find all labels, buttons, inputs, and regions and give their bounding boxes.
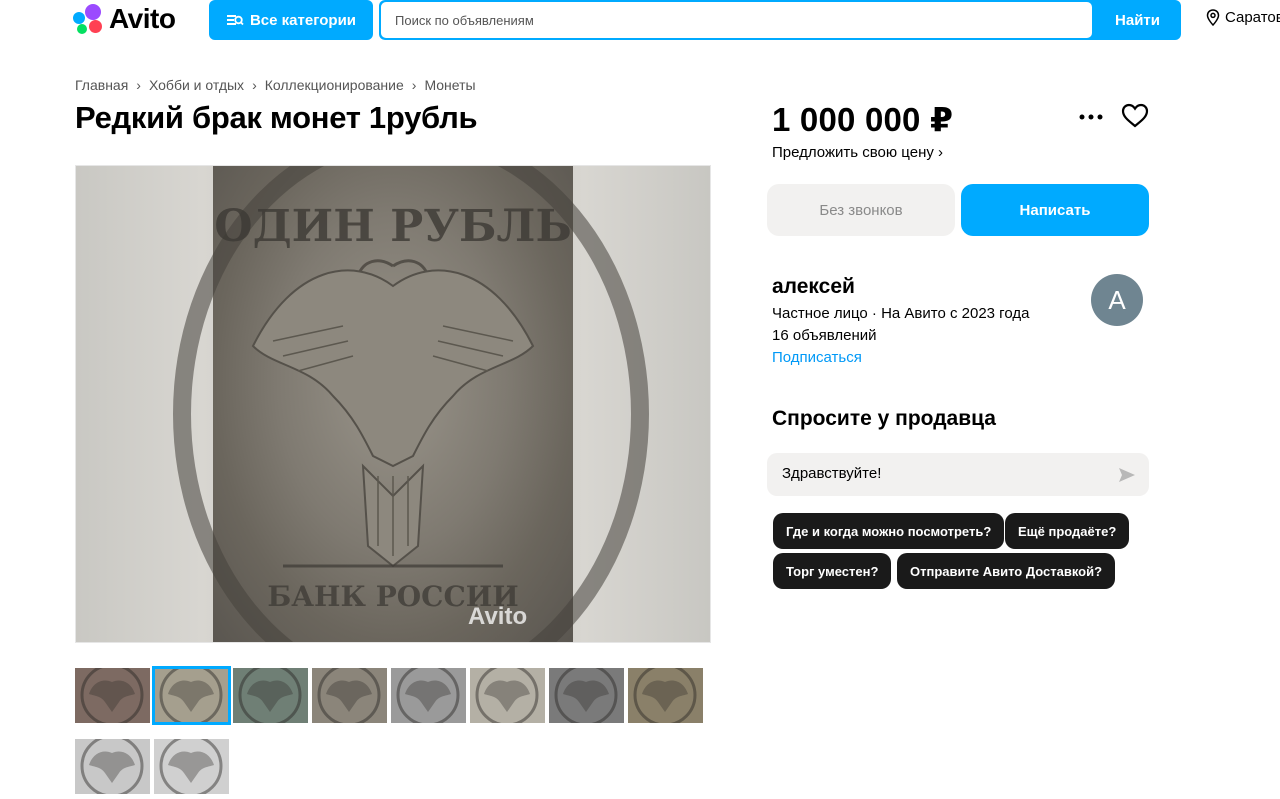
location-selector[interactable]: Саратов [1206, 9, 1280, 26]
subscribe-link[interactable]: Подписаться [772, 349, 862, 366]
breadcrumb-item-home[interactable]: Главная [75, 77, 128, 93]
coin-thumbnail-image [154, 668, 229, 723]
location-pin-icon [1206, 9, 1220, 26]
chevron-right-icon: › [411, 77, 417, 93]
price: 1 000 000 ₽ [772, 101, 954, 138]
thumbnail[interactable] [470, 668, 545, 723]
logo-text: Avito [109, 3, 176, 34]
svg-text:ОДИН РУБЛЬ: ОДИН РУБЛЬ [214, 201, 572, 252]
coin-thumbnail-image [154, 739, 229, 794]
offer-price-link[interactable]: Предложить свою цену › [772, 144, 943, 161]
coin-thumbnail-image [549, 668, 624, 723]
breadcrumb-item-coins[interactable]: Монеты [424, 77, 475, 93]
coin-thumbnail-image [75, 668, 150, 723]
seller-meta: Частное лицо · На Авито с 2023 года [772, 305, 1030, 322]
quick-question-chip[interactable]: Где и когда можно посмотреть? [773, 513, 1005, 549]
categories-icon [226, 15, 244, 26]
thumbnail[interactable] [75, 739, 150, 794]
search-button[interactable]: Найти [1094, 0, 1181, 40]
thumbnail[interactable] [154, 739, 229, 794]
ask-seller-title: Спросите у продавца [772, 407, 996, 430]
search-bar: Найти [379, 0, 1181, 40]
quick-question-chip[interactable]: Торг уместен? [773, 553, 892, 589]
thumbnail[interactable] [391, 668, 466, 723]
write-message-button[interactable]: Написать [961, 184, 1149, 236]
seller-ads-count[interactable]: 16 объявлений [772, 327, 877, 344]
coin-thumbnail-image [233, 668, 308, 723]
all-categories-label: Все категории [249, 11, 357, 29]
thumbnail[interactable] [233, 668, 308, 723]
coin-thumbnail-image [470, 668, 545, 723]
send-icon[interactable] [1117, 465, 1137, 485]
photo-watermark: Avito [468, 603, 528, 630]
coin-thumbnail-image [391, 668, 466, 723]
page-title: Редкий брак монет 1рубль [75, 100, 478, 135]
avito-logo[interactable]: Avito [73, 2, 176, 36]
no-calls-button[interactable]: Без звонков [767, 184, 955, 236]
breadcrumb-item-collecting[interactable]: Коллекционирование [265, 77, 404, 93]
thumbnail[interactable] [312, 668, 387, 723]
favorite-heart-icon[interactable] [1120, 101, 1150, 131]
ask-message-text: Здравствуйте! [782, 465, 882, 482]
thumbnail[interactable] [75, 668, 150, 723]
more-options-icon[interactable] [1076, 105, 1106, 129]
avito-logo-icon [73, 4, 105, 34]
avatar[interactable]: А [1091, 274, 1143, 326]
offer-price-label: Предложить свою цену [772, 144, 934, 161]
quick-question-chip[interactable]: Ещё продаёте? [1005, 513, 1130, 549]
coin-thumbnail-image [75, 739, 150, 794]
ask-message-field[interactable]: Здравствуйте! [767, 453, 1149, 496]
quick-question-chip[interactable]: Отправите Авито Доставкой? [897, 553, 1116, 589]
coin-eagle-image: ОДИН РУБЛЬ БАНК РОССИИ [214, 201, 572, 613]
coin-thumbnail-image [312, 668, 387, 723]
seller-name[interactable]: алексей [772, 275, 855, 299]
coin-thumbnail-image [628, 668, 703, 723]
thumbnail[interactable] [549, 668, 624, 723]
location-label: Саратов [1225, 9, 1280, 26]
search-input[interactable] [381, 2, 1092, 38]
breadcrumb-item-hobby[interactable]: Хобби и отдых [149, 77, 244, 93]
all-categories-button[interactable]: Все категории [209, 0, 373, 40]
thumbnail[interactable] [152, 666, 231, 725]
header: Avito Все категории Найти Саратов [0, 0, 1280, 44]
main-photo[interactable]: ОДИН РУБЛЬ БАНК РОССИИ Avito [75, 165, 711, 643]
chevron-right-icon: › [252, 77, 257, 93]
chevron-right-icon: › [938, 144, 944, 161]
chevron-right-icon: › [136, 77, 141, 93]
breadcrumb: Главная › Хобби и отдых › Коллекциониров… [75, 77, 476, 93]
thumbnail[interactable] [628, 668, 703, 723]
